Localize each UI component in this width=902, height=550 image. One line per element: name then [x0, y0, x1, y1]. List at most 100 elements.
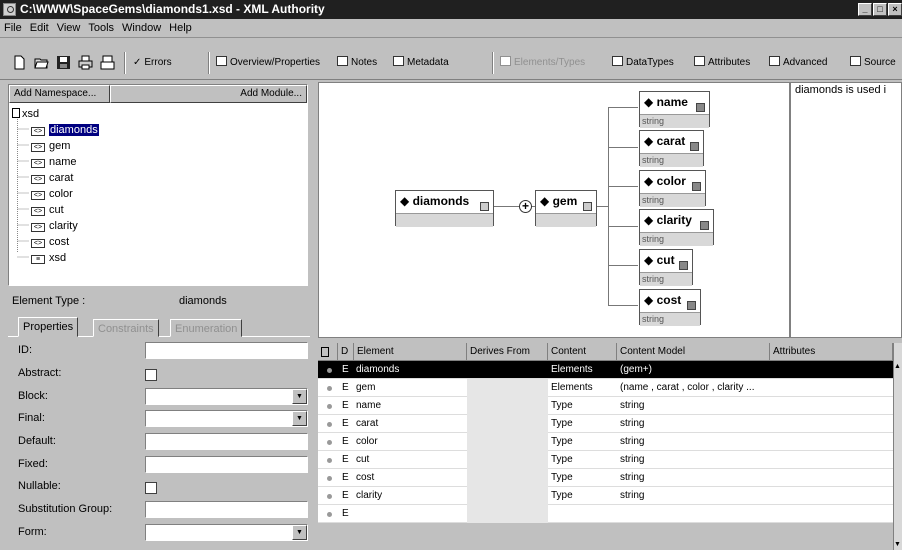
node-gem[interactable]: ◆ gem [535, 190, 597, 227]
final-label: Final: [18, 412, 45, 424]
table-row[interactable]: Ecut Type string [318, 451, 893, 469]
node-cut[interactable]: ◆ cut string [639, 249, 693, 286]
tree-item-cut[interactable]: <> cut [31, 202, 64, 218]
minimize-button[interactable]: _ [858, 3, 872, 16]
table-row[interactable]: Ecost Type string [318, 469, 893, 487]
attributes-button[interactable]: Attributes [694, 53, 750, 73]
final-select[interactable]: ▼ [145, 410, 308, 427]
add-namespace-button[interactable]: Add Namespace... [9, 85, 110, 103]
form-select[interactable]: ▼ [145, 524, 308, 541]
elements-types-button[interactable]: Elements/Types [500, 53, 585, 73]
advanced-button[interactable]: Advanced [769, 53, 827, 73]
scroll-down-icon[interactable]: ▼ [894, 541, 901, 548]
scroll-up-icon[interactable]: ▲ [894, 363, 901, 370]
menu-help[interactable]: Help [165, 19, 196, 38]
grid-header-d[interactable]: D [338, 343, 354, 361]
table-row[interactable]: Ecarat Type string [318, 415, 893, 433]
element-type-value: diamonds [179, 295, 227, 307]
menu-edit[interactable]: Edit [26, 19, 53, 38]
cell-element [356, 505, 466, 523]
node-type-icon [687, 301, 696, 310]
grid-header-derives-from[interactable]: Derives From [467, 343, 548, 361]
node-type-icon [696, 103, 705, 112]
grid-header-element[interactable]: Element [354, 343, 467, 361]
table-row[interactable]: Eclarity Type string [318, 487, 893, 505]
id-field[interactable] [145, 342, 308, 359]
node-name[interactable]: ◆ name string [639, 91, 710, 128]
tree-item-carat[interactable]: <> carat [31, 170, 73, 186]
grid-header-content-model[interactable]: Content Model [617, 343, 770, 361]
menu-window[interactable]: Window [118, 19, 165, 38]
grid-header-content[interactable]: Content [548, 343, 617, 361]
cell-content: Type [551, 454, 573, 465]
node-color[interactable]: ◆ color string [639, 170, 706, 207]
tree-item-gem[interactable]: <> gem [31, 138, 70, 154]
tree-item-clarity[interactable]: <> clarity [31, 218, 78, 234]
cell-d: E [342, 508, 349, 519]
node-cost[interactable]: ◆ cost string [639, 289, 701, 326]
menu-file[interactable]: File [0, 19, 26, 38]
connector [608, 107, 638, 108]
node-clarity[interactable]: ◆ clarity string [639, 209, 714, 246]
chevron-down-icon[interactable]: ▼ [292, 411, 307, 426]
substitution-group-label: Substitution Group: [18, 503, 113, 515]
close-button[interactable]: × [888, 3, 902, 16]
cell-d: E [342, 400, 349, 411]
table-row[interactable]: Egem Elements (name , carat , color , clar… [318, 379, 893, 397]
tree-item-diamonds[interactable]: <> diamonds [31, 122, 99, 138]
fixed-field[interactable] [145, 456, 308, 473]
grid-header-icon-col[interactable] [318, 343, 338, 361]
notes-button[interactable]: Notes [337, 53, 377, 73]
overview-button[interactable]: Overview/Properties [216, 53, 320, 73]
row-dot-icon [327, 512, 332, 517]
cell-element: diamonds [356, 364, 400, 375]
node-carat[interactable]: ◆ carat string [639, 130, 704, 167]
print-icon[interactable] [78, 55, 93, 70]
abstract-checkbox[interactable] [145, 369, 157, 381]
default-field[interactable] [145, 433, 308, 450]
table-row[interactable]: E [318, 505, 893, 523]
tree-item-xsd[interactable]: ≡ xsd [31, 250, 66, 266]
table-row[interactable]: Ename Type string [318, 397, 893, 415]
tab-properties[interactable]: Properties [18, 317, 79, 337]
tab-enumeration[interactable]: Enumeration [170, 319, 243, 337]
save-icon[interactable] [56, 55, 71, 70]
block-select[interactable]: ▼ [145, 388, 308, 405]
chevron-down-icon[interactable]: ▼ [292, 389, 307, 404]
datatypes-button[interactable]: DataTypes [612, 53, 674, 73]
form-label: Form: [18, 526, 47, 538]
cell-content-model: string [620, 472, 645, 483]
source-button[interactable]: Source [850, 53, 896, 73]
connector [608, 147, 638, 148]
element-icon: <> [31, 175, 45, 184]
element-icon: <> [31, 159, 45, 168]
metadata-button[interactable]: Metadata [393, 53, 449, 73]
cell-d: E [342, 472, 349, 483]
connector [608, 186, 638, 187]
grid-header-attributes[interactable]: Attributes [770, 343, 893, 361]
sequence-plus-icon[interactable]: + [519, 200, 532, 213]
maximize-button[interactable]: □ [873, 3, 887, 16]
table-row[interactable]: Ecolor Type string [318, 433, 893, 451]
chevron-down-icon[interactable]: ▼ [292, 525, 307, 540]
tab-constraints[interactable]: Constraints [93, 319, 159, 337]
grid-scrollbar[interactable]: ▲ ▼ [893, 343, 902, 550]
table-row[interactable]: Ediamonds Elements (gem+) [318, 361, 893, 379]
nullable-checkbox[interactable] [145, 482, 157, 494]
substitution-group-field[interactable] [145, 501, 308, 518]
menu-view[interactable]: View [53, 19, 85, 38]
node-diamonds[interactable]: ◆ diamonds [395, 190, 494, 227]
tree-item-color[interactable]: <> color [31, 186, 73, 202]
tree-item-name[interactable]: <> name [31, 154, 77, 170]
errors-button[interactable]: ✓ Errors [133, 53, 172, 73]
cell-content: Type [551, 436, 573, 447]
window-title: C:\WWW\SpaceGems\diamonds1.xsd - XML Aut… [20, 2, 325, 16]
new-file-icon[interactable] [12, 55, 27, 70]
menu-tools[interactable]: Tools [84, 19, 118, 38]
open-folder-icon[interactable] [34, 55, 49, 70]
tree-item-cost[interactable]: <> cost [31, 234, 69, 250]
preview-icon[interactable] [100, 55, 115, 70]
row-dot-icon [327, 368, 332, 373]
element-properties-panel: Element Type : diamonds Properties Const… [8, 290, 310, 548]
add-module-button[interactable]: Add Module... [110, 85, 307, 103]
